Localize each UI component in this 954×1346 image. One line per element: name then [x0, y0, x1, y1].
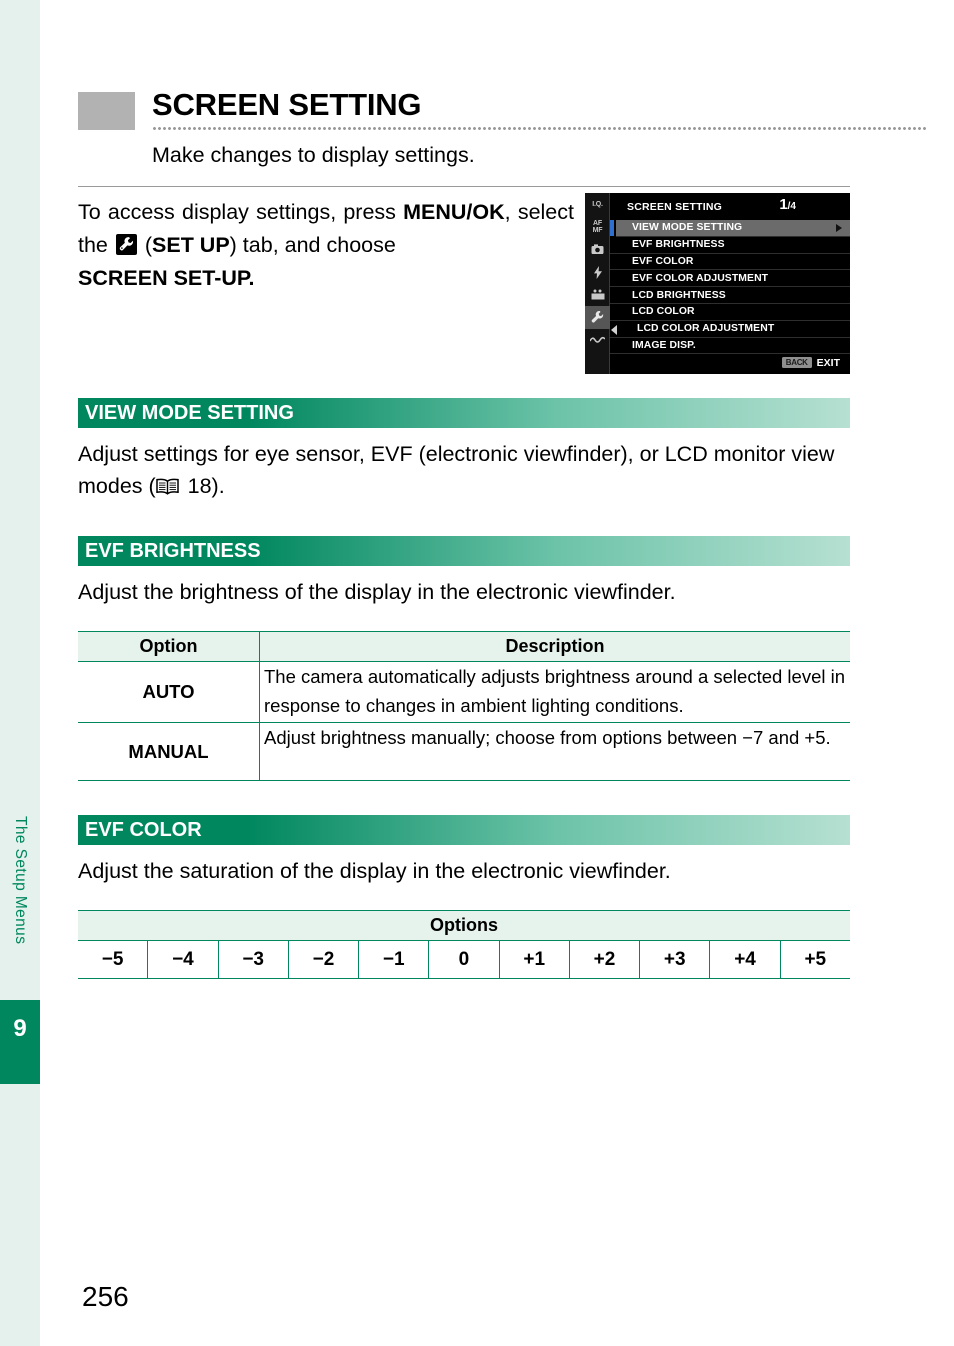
title-dotted-rule	[152, 127, 928, 130]
menu-item-image-disp[interactable]: IMAGE DISP.	[610, 338, 850, 355]
section-body-text-part2: 18).	[181, 474, 225, 498]
image-quality-tab-label: I.Q.	[592, 200, 603, 208]
camera-screen-page-indicator: 1/4	[779, 196, 796, 214]
intro-text-d: ) tab, and choose	[229, 233, 396, 257]
table-row: −5 −4 −3 −2 −1 0 +1 +2 +3 +4 +5	[78, 941, 850, 979]
menu-item-evf-color-adjustment[interactable]: EVF COLOR ADJUSTMENT	[610, 270, 850, 288]
intro-text-comma: ,	[504, 200, 511, 224]
camera-menu-tab-strip: I.Q. AF MF	[585, 193, 617, 374]
menu-item-evf-brightness[interactable]: EVF BRIGHTNESS	[610, 237, 850, 254]
chapter-rail: The Setup Menus 9	[0, 0, 40, 1346]
book-icon	[155, 472, 179, 495]
intro-paragraph: To access display settings, press MENU/O…	[78, 196, 574, 295]
table-row: MANUAL Adjust brightness manually; choos…	[78, 723, 850, 781]
my-menu-tab	[585, 329, 610, 352]
set-up-emphasis: SET UP	[152, 233, 230, 257]
column-header-description: Description	[505, 636, 605, 656]
column-header-option: Option	[78, 632, 260, 661]
camera-menu-list: VIEW MODE SETTING EVF BRIGHTNESS EVF COL…	[610, 220, 850, 355]
menu-item-label: EVF BRIGHTNESS	[632, 239, 725, 251]
section-body-evf-brightness: Adjust the brightness of the display in …	[78, 580, 676, 604]
camera-screen-illustration: I.Q. AF MF SCREEN SETTING 1/4 VIEW MODE …	[585, 193, 850, 374]
option-value: +4	[710, 941, 781, 978]
section-header-evf-color: EVF COLOR	[78, 815, 850, 845]
chevron-right-icon	[836, 223, 842, 232]
option-value: −1	[359, 941, 430, 978]
option-value: +1	[500, 941, 570, 978]
menu-item-label: EVF COLOR ADJUSTMENT	[632, 272, 769, 284]
exit-label: EXIT	[816, 356, 840, 369]
option-value: −3	[219, 941, 289, 978]
back-button-chip[interactable]: BACK	[781, 356, 812, 369]
section-header-evf-brightness: EVF BRIGHTNESS	[78, 536, 850, 566]
shooting-tab	[585, 238, 610, 261]
title-swatch	[78, 92, 135, 130]
menu-item-evf-color[interactable]: EVF COLOR	[610, 254, 850, 271]
page-number: 256	[82, 1281, 129, 1312]
screen-set-up-emphasis: SCREEN SET-UP.	[78, 266, 255, 290]
wrench-icon	[591, 311, 604, 323]
setup-tab	[585, 305, 610, 329]
option-value: +3	[640, 941, 711, 978]
movie-icon	[591, 289, 604, 300]
autofocus-tab: AF MF	[585, 216, 610, 239]
option-value: −2	[289, 941, 360, 978]
page-title: SCREEN SETTING	[152, 87, 422, 122]
chapter-number: 9	[13, 1015, 27, 1042]
menu-item-label: EVF COLOR	[632, 255, 694, 267]
camera-screen-title: SCREEN SETTING	[627, 201, 722, 213]
menu-item-lcd-brightness[interactable]: LCD BRIGHTNESS	[610, 287, 850, 304]
evf-color-options-table: Options −5 −4 −3 −2 −1 0 +1 +2 +3 +4 +5	[78, 910, 850, 979]
option-value: +5	[804, 948, 827, 970]
option-name-manual: MANUAL	[78, 723, 260, 780]
menu-item-lcd-color[interactable]: LCD COLOR	[610, 304, 850, 321]
intro-text-c: (	[138, 233, 153, 257]
section-heading-text: EVF COLOR	[85, 818, 202, 841]
movie-tab	[585, 283, 610, 306]
option-value: −4	[148, 941, 219, 978]
camera-page-total: /4	[787, 201, 796, 212]
intro-text-a: To access display settings, press	[78, 200, 404, 224]
manual-page: The Setup Menus 9 SCREEN SETTING Make ch…	[0, 0, 954, 1346]
camera-page-current: 1	[779, 196, 788, 213]
column-header-options: Options	[78, 910, 850, 941]
section-body-view-mode-setting: Adjust settings for eye sensor, EVF (ele…	[78, 438, 853, 502]
flash-icon	[593, 265, 602, 279]
wave-icon	[590, 336, 605, 343]
option-value: −5	[78, 941, 149, 978]
option-description-auto: The camera automatically adjusts brightn…	[264, 666, 846, 716]
section-heading-text: EVF BRIGHTNESS	[85, 539, 261, 562]
autofocus-tab-label: AF MF	[592, 219, 603, 234]
option-value: 0	[429, 941, 500, 978]
menu-item-view-mode-setting[interactable]: VIEW MODE SETTING	[610, 220, 850, 237]
page-subtitle: Make changes to display settings.	[152, 143, 475, 167]
section-body-evf-color: Adjust the saturation of the display in …	[78, 859, 671, 883]
table-header-row: Option Description	[78, 631, 850, 662]
option-name-auto: AUTO	[78, 662, 260, 722]
menu-item-lcd-color-adjustment[interactable]: LCD COLOR ADJUSTMENT	[610, 321, 850, 338]
evf-brightness-table: Option Description AUTO The camera autom…	[78, 631, 850, 781]
menu-item-label: LCD COLOR	[632, 306, 695, 318]
flash-tab	[585, 261, 610, 284]
menu-item-label: IMAGE DISP.	[632, 339, 696, 351]
chapter-rail-label: The Setup Menus	[12, 815, 29, 945]
section-heading-text: VIEW MODE SETTING	[85, 401, 294, 424]
menu-item-label: VIEW MODE SETTING	[632, 222, 743, 234]
page-title-row: SCREEN SETTING	[78, 87, 928, 138]
header-divider	[78, 186, 850, 187]
camera-icon	[591, 244, 604, 254]
chapter-number-badge: 9	[0, 1000, 40, 1084]
camera-screen-header: SCREEN SETTING 1/4	[610, 193, 850, 220]
image-quality-tab: I.Q.	[585, 193, 610, 216]
option-description-manual: Adjust brightness manually; choose from …	[264, 727, 831, 748]
menu-ok-emphasis: MENU/OK	[403, 200, 505, 224]
camera-screen-footer: BACK EXIT	[610, 353, 850, 372]
option-value: +2	[570, 941, 641, 978]
table-row: AUTO The camera automatically adjusts br…	[78, 662, 850, 723]
wrench-icon	[115, 234, 137, 255]
section-header-view-mode-setting: VIEW MODE SETTING	[78, 398, 850, 428]
menu-item-label: LCD COLOR ADJUSTMENT	[637, 323, 775, 335]
menu-item-label: LCD BRIGHTNESS	[632, 289, 726, 301]
